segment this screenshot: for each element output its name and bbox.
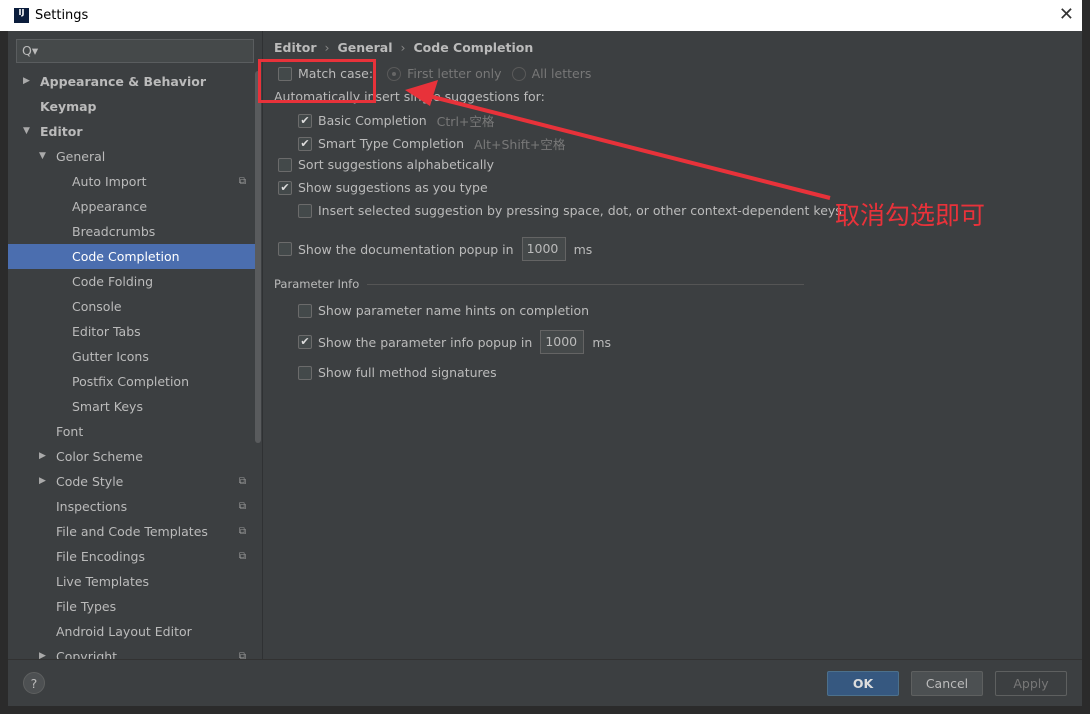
annotation-arrow	[405, 80, 831, 200]
arrow-head-icon	[405, 80, 438, 106]
annotation-text: 取消勾选即可	[835, 201, 986, 230]
arrow-shaft	[424, 93, 831, 200]
